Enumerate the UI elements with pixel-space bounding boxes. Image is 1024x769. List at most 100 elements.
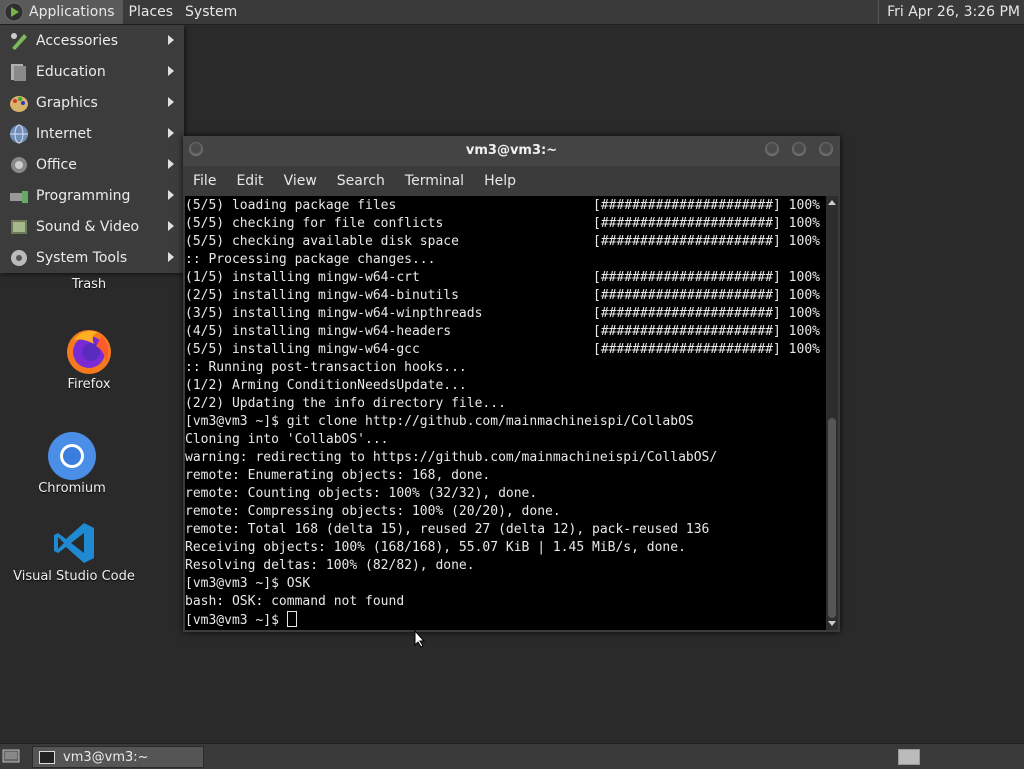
menu-search[interactable]: Search [327,173,395,189]
submenu-arrow-icon [168,159,174,169]
places-menu[interactable]: Places [123,0,180,24]
terminal-line: remote: Counting objects: 100% (32/32), … [185,485,826,503]
terminal-line: (4/5) installing mingw-w64-headers [#####… [185,323,826,341]
terminal-window: vm3@vm3:~ File Edit View Search Terminal… [183,136,840,632]
minimize-icon[interactable] [765,142,779,156]
close-icon[interactable] [819,142,833,156]
scroll-down-arrow-icon[interactable] [828,621,836,626]
terminal-line-text: (4/5) installing mingw-w64-headers [185,324,452,339]
chromium-icon[interactable] [47,431,97,481]
applications-menu[interactable]: Applications [0,0,123,24]
terminal-cursor [286,611,297,627]
menu-item-system-tools[interactable]: System Tools [0,242,184,273]
menu-item-programming[interactable]: Programming [0,180,184,211]
terminal-progress: [######################] 100% [593,324,820,339]
taskbar-window-label: vm3@vm3:~ [63,749,149,765]
terminal-line: (5/5) checking for file conflicts [######… [185,215,826,233]
terminal-line-text: :: Running post-transaction hooks... [185,360,467,375]
desktop-icon-firefox-label[interactable]: Firefox [54,377,124,392]
terminal-line: (2/2) Updating the info directory file..… [185,395,826,413]
menu-item-label: Sound & Video [36,218,140,235]
terminal-scrollbar[interactable] [826,196,838,630]
window-title: vm3@vm3:~ [465,143,558,158]
menu-help[interactable]: Help [474,173,526,189]
terminal-line-text: remote: Enumerating objects: 168, done. [185,468,491,483]
accessories-icon [11,32,27,50]
terminal-line-text: Resolving deltas: 100% (82/82), done. [185,558,475,573]
terminal-line: Resolving deltas: 100% (82/82), done. [185,557,826,575]
terminal-line: (1/5) installing mingw-w64-crt [#########… [185,269,826,287]
terminal-line-text: :: Processing package changes... [185,252,436,267]
terminal-line-text: (5/5) checking available disk space [185,234,459,249]
firefox-icon[interactable] [64,326,114,376]
terminal-icon [39,750,55,764]
scroll-thumb[interactable] [828,418,836,618]
desktop-icon-trash-label[interactable]: Trash [64,277,114,292]
maximize-icon[interactable] [792,142,806,156]
mouse-pointer-icon [414,630,426,648]
menu-terminal[interactable]: Terminal [395,173,474,189]
menu-item-internet[interactable]: Internet [0,118,184,149]
terminal-line-text: bash: OSK: command not found [185,594,405,609]
menu-view[interactable]: View [274,173,327,189]
graphics-icon [10,95,28,112]
menu-file[interactable]: File [183,173,226,189]
applications-icon [4,2,24,22]
terminal-line: [vm3@vm3 ~]$ git clone http://github.com… [185,413,826,431]
desktop-icon-vscode-label[interactable]: Visual Studio Code [12,569,136,584]
terminal-line-text: [vm3@vm3 ~]$ git clone http://github.com… [185,414,694,429]
submenu-arrow-icon [168,190,174,200]
terminal-progress: [######################] 100% [593,234,820,249]
menu-item-accessories[interactable]: Accessories [0,25,184,56]
terminal-line-text: remote: Compressing objects: 100% (20/20… [185,504,561,519]
menu-item-label: Accessories [36,32,119,49]
terminal-progress: [######################] 100% [593,342,820,357]
education-icon [11,63,26,81]
terminal-lines: (5/5) loading package files [############… [185,196,826,629]
terminal-progress: [######################] 100% [593,198,820,213]
taskbar-terminal-button[interactable]: vm3@vm3:~ [32,746,204,768]
submenu-arrow-icon [168,66,174,76]
terminal-line: warning: redirecting to https://github.c… [185,449,826,467]
terminal-line-text: Cloning into 'CollabOS'... [185,432,389,447]
submenu-arrow-icon [168,252,174,262]
terminal-line-text: (3/5) installing mingw-w64-winpthreads [185,306,483,321]
top-panel: Applications Places System Fri Apr 26, 3… [0,0,1024,25]
menu-edit[interactable]: Edit [226,173,273,189]
terminal-line: :: Processing package changes... [185,251,826,269]
menu-item-education[interactable]: Education [0,56,184,87]
sound-video-icon [11,219,27,234]
clock[interactable]: Fri Apr 26, 3:26 PM [878,0,1020,24]
terminal-line: :: Running post-transaction hooks... [185,359,826,377]
terminal-line: (5/5) loading package files [############… [185,197,826,215]
system-menu[interactable]: System [179,0,243,24]
menu-item-label: System Tools [36,249,128,266]
vscode-icon[interactable] [52,521,96,565]
terminal-line-text: Receiving objects: 100% (168/168), 55.07… [185,540,686,555]
terminal-line: Cloning into 'CollabOS'... [185,431,826,449]
office-icon [11,156,27,173]
show-desktop-icon[interactable] [2,748,20,764]
scroll-up-arrow-icon[interactable] [828,200,836,205]
internet-icon [10,124,28,143]
applications-label: Applications [29,4,115,20]
desktop-icon-chromium-label[interactable]: Chromium [32,481,112,496]
menu-item-sound-video[interactable]: Sound & Video [0,211,184,242]
system-tools-icon [11,249,27,266]
menu-item-label: Education [36,63,106,80]
applications-dropdown: Accessories Education Graphics Internet … [0,25,184,273]
terminal-line-text: (5/5) loading package files [185,198,397,213]
menu-item-office[interactable]: Office [0,149,184,180]
terminal-line: bash: OSK: command not found [185,593,826,611]
menu-item-label: Internet [36,125,92,142]
workspace-switcher[interactable] [898,749,920,765]
terminal-line: (2/5) installing mingw-w64-binutils [####… [185,287,826,305]
terminal-line-text: warning: redirecting to https://github.c… [185,450,718,465]
terminal-line-text: (5/5) checking for file conflicts [185,216,444,231]
terminal-progress: [######################] 100% [593,216,820,231]
terminal-line-text: remote: Counting objects: 100% (32/32), … [185,486,538,501]
menu-item-graphics[interactable]: Graphics [0,87,184,118]
terminal-titlebar[interactable]: vm3@vm3:~ [183,136,840,166]
terminal-output[interactable]: (5/5) loading package files [############… [185,196,826,630]
terminal-prompt: [vm3@vm3 ~]$ [185,613,287,628]
